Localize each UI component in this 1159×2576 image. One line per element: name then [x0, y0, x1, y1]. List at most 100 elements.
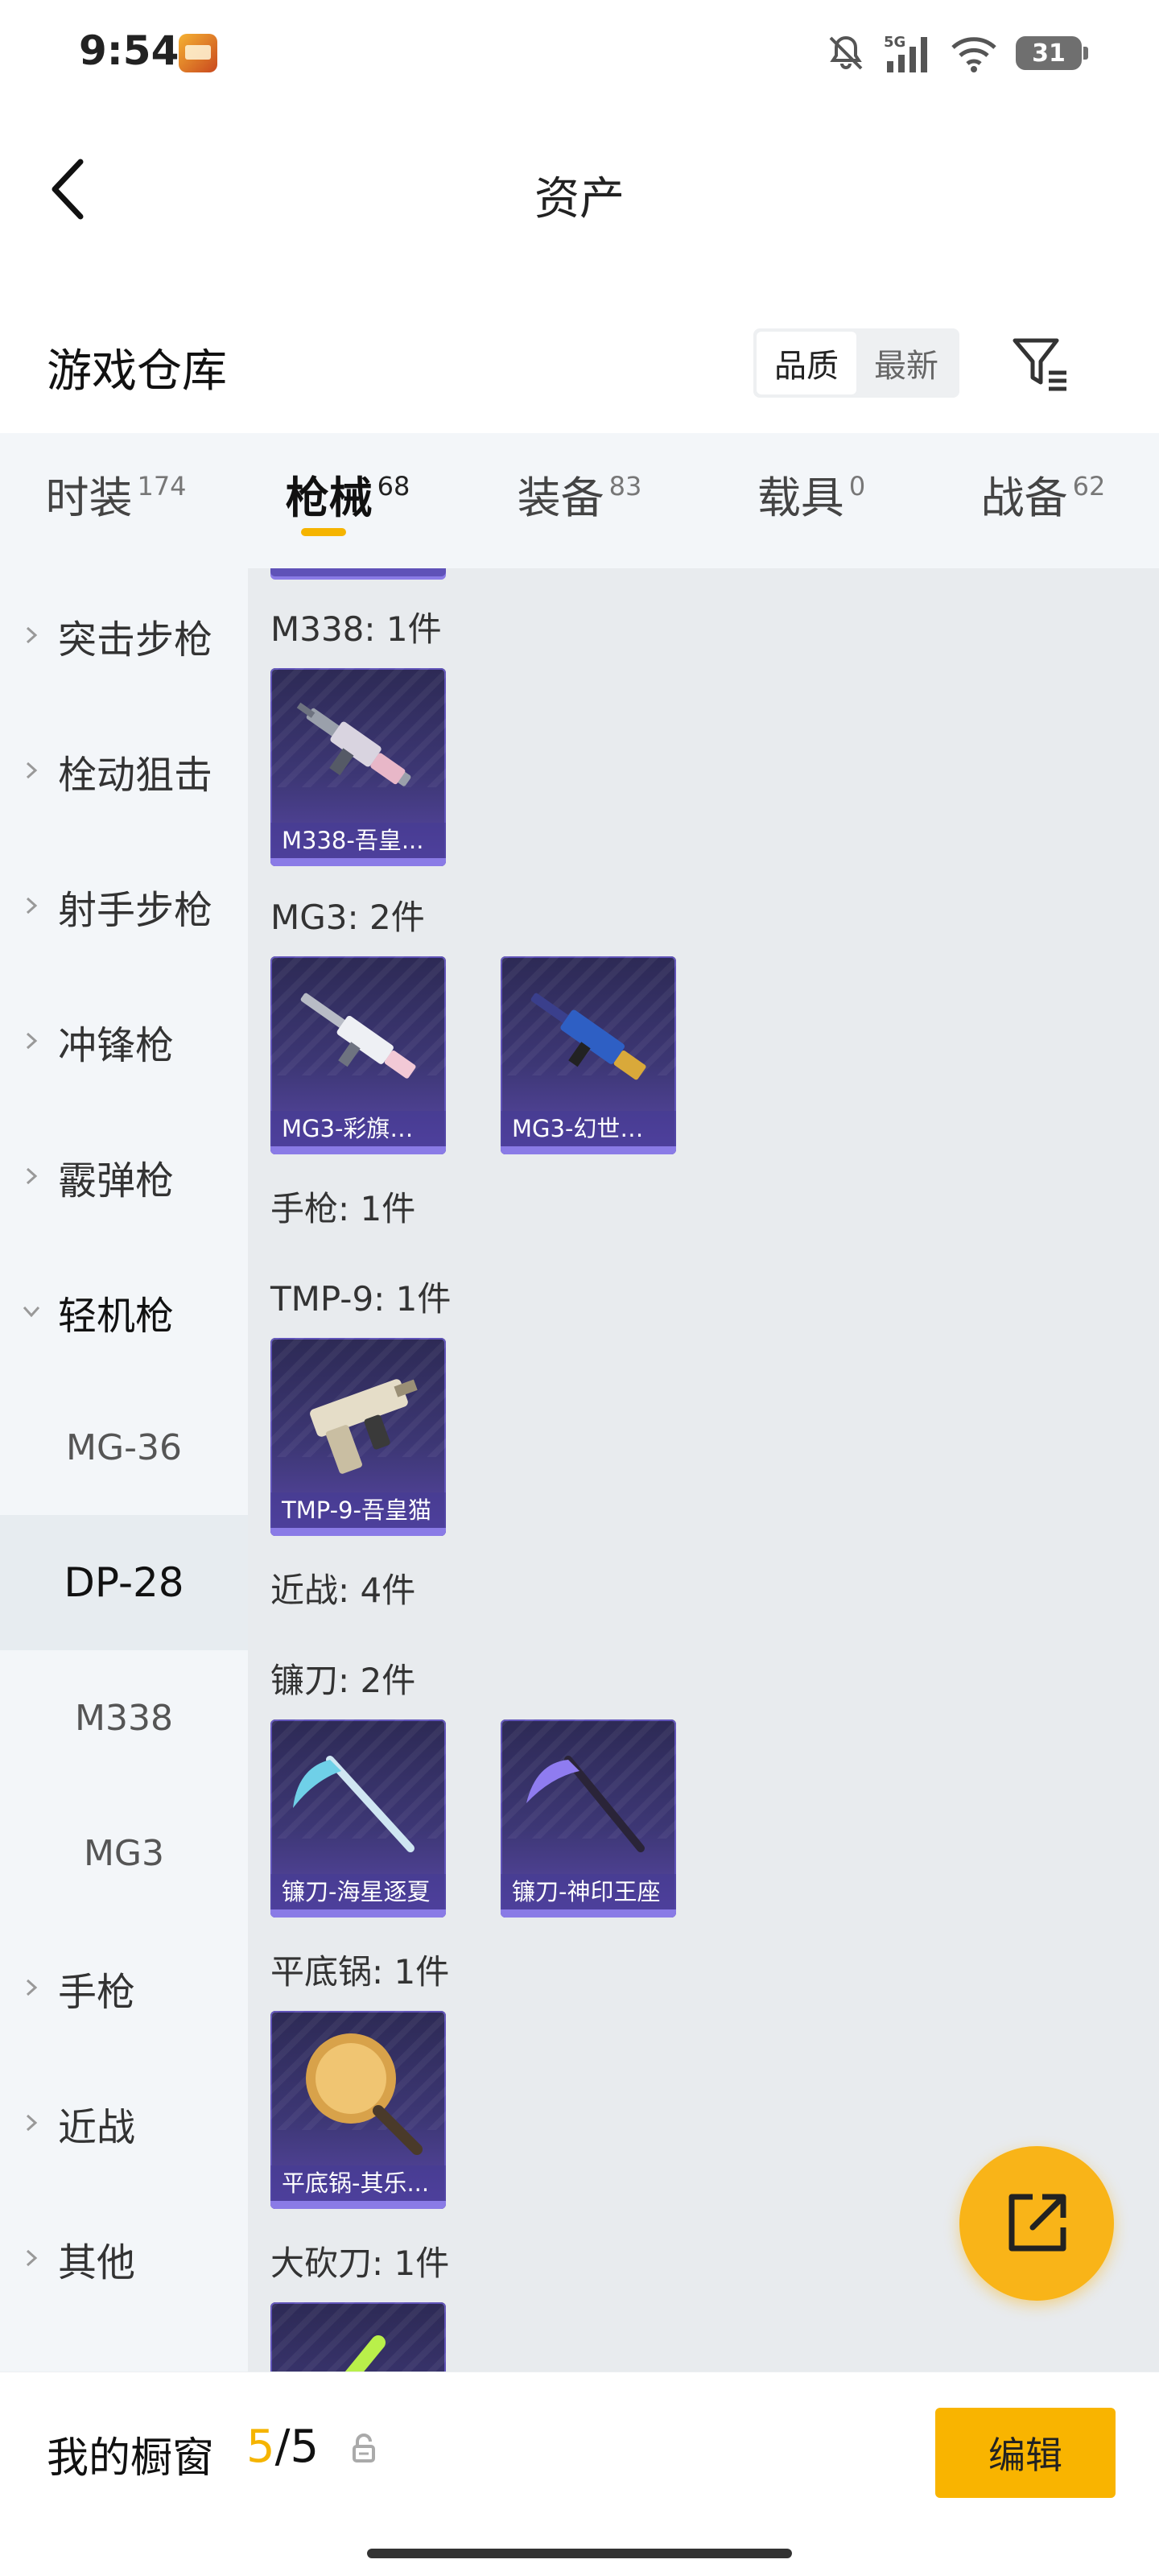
item-card[interactable]: 平底锅-其乐...	[270, 2011, 446, 2209]
side-nav: 突击步枪 栓动狙击 射手步枪 冲锋枪 霰弹枪 轻机枪 MG-36 DP-28 M…	[0, 568, 248, 2372]
category-tabs: 时装 174 枪械 68 装备 83 载具 0 战备 62	[0, 433, 1159, 568]
tab-label: 载具	[757, 472, 844, 523]
rarity-bar	[270, 858, 446, 866]
rarity-bar	[501, 1909, 676, 1918]
chevron-right-icon	[26, 1167, 38, 1185]
item-card[interactable]: TMP-9-吾皇猫	[270, 1338, 446, 1536]
machine-gun-icon	[300, 993, 416, 1079]
sort-quality-button[interactable]: 品质	[757, 332, 856, 394]
nav-label: DP-28	[64, 1559, 184, 1606]
home-indicator[interactable]	[367, 2549, 792, 2558]
section-title: 手枪: 1件	[270, 1189, 416, 1228]
item-name: 镰刀-海星逐夏	[270, 1874, 446, 1909]
nav-label: 其他	[58, 2240, 136, 2285]
nav-label: 手枪	[58, 1970, 136, 2015]
bottom-bar: 我的橱窗 5/5 编辑	[0, 2372, 1159, 2576]
sort-toggle: 品质 最新	[753, 328, 959, 398]
page-title: 资产	[534, 173, 625, 225]
nav-pistol[interactable]: 手枪	[0, 1921, 248, 2056]
nav-sub-m338[interactable]: M338	[0, 1650, 248, 1785]
nav-sub-mg36[interactable]: MG-36	[0, 1380, 248, 1515]
chevron-right-icon	[26, 2249, 38, 2267]
machete-icon	[344, 2335, 386, 2372]
clock: 9:54	[79, 27, 179, 74]
machine-gun-icon	[296, 702, 411, 786]
item-card-partial[interactable]	[270, 568, 446, 576]
rarity-bar	[270, 1146, 446, 1154]
nav-shotgun[interactable]: 霰弹枪	[0, 1109, 248, 1245]
wifi-icon	[951, 37, 996, 72]
chevron-right-icon	[26, 1032, 38, 1050]
warehouse-header: 游戏仓库 品质 最新	[0, 314, 1159, 411]
tab-tactical[interactable]: 战备 62	[927, 433, 1159, 554]
nav-melee[interactable]: 近战	[0, 2056, 248, 2191]
lock-icon	[353, 2434, 375, 2462]
section-title: TMP-9: 1件	[270, 1279, 452, 1319]
svg-text:5G: 5G	[884, 34, 905, 51]
nav-sub-mg3[interactable]: MG3	[0, 1785, 248, 1921]
active-tab-indicator	[301, 528, 346, 536]
machine-gun-icon	[530, 993, 646, 1080]
nav-label: MG-36	[66, 1426, 182, 1468]
mute-bell-icon	[829, 35, 863, 70]
item-name: M338-吾皇...	[270, 823, 446, 858]
share-button[interactable]	[959, 2146, 1114, 2301]
nav-label: 冲锋枪	[58, 1023, 175, 1068]
rarity-bar	[270, 1528, 446, 1536]
nav-marksman-rifle[interactable]: 射手步枪	[0, 839, 248, 974]
item-card[interactable]: 镰刀-神印王座	[501, 1719, 676, 1918]
battery-icon: 31	[1016, 36, 1088, 70]
tab-label: 时装	[45, 472, 133, 523]
edit-button[interactable]: 编辑	[935, 2408, 1116, 2498]
item-name: MG3-彩旗巡礼	[270, 1111, 446, 1146]
item-card[interactable]: 镰刀-海星逐夏	[270, 1719, 446, 1918]
filter-icon	[1013, 338, 1066, 391]
nav-assault-rifle[interactable]: 突击步枪	[0, 568, 248, 704]
tab-count: 83	[608, 471, 642, 502]
sickle-icon	[293, 1756, 415, 1852]
section-title: M338: 1件	[270, 609, 442, 649]
nav-other[interactable]: 其他	[0, 2191, 248, 2326]
nav-label: 霰弹枪	[58, 1158, 175, 1203]
item-name: TMP-9-吾皇猫	[270, 1492, 446, 1528]
status-bar: 9:54 5G 31	[0, 0, 1159, 105]
nav-label: 近战	[58, 2105, 136, 2150]
item-card[interactable]	[270, 2302, 446, 2372]
sort-newest-button[interactable]: 最新	[856, 332, 956, 394]
filter-button[interactable]	[1004, 332, 1077, 396]
chevron-right-icon	[26, 897, 38, 914]
item-name: 镰刀-神印王座	[501, 1874, 676, 1909]
nav-sub-dp28[interactable]: DP-28	[0, 1515, 248, 1650]
tab-label: 战备	[980, 472, 1068, 523]
chevron-right-icon	[26, 2114, 38, 2132]
nav-label: MG3	[83, 1832, 165, 1874]
item-card[interactable]: MG3-幻世战...	[501, 956, 676, 1154]
section-title: 镰刀: 2件	[270, 1661, 416, 1700]
tab-fashion[interactable]: 时装 174	[0, 433, 232, 554]
sickle-icon	[526, 1756, 645, 1852]
item-card[interactable]: MG3-彩旗巡礼	[270, 956, 446, 1154]
nav-label: 突击步枪	[58, 617, 213, 663]
frying-pan-icon	[306, 2033, 423, 2155]
tab-vehicles[interactable]: 载具 0	[695, 433, 927, 554]
nav-bolt-sniper[interactable]: 栓动狙击	[0, 704, 248, 839]
rarity-bar	[501, 1146, 676, 1154]
tab-label: 枪械	[285, 472, 373, 523]
chevron-right-icon	[26, 626, 38, 644]
tab-equipment[interactable]: 装备 83	[464, 433, 695, 554]
tab-label: 装备	[517, 472, 604, 523]
rarity-bar	[270, 1909, 446, 1918]
tab-count: 174	[137, 471, 187, 502]
pistol-icon	[310, 1379, 418, 1474]
share-export-icon	[1008, 2194, 1066, 2252]
nav-label: 轻机枪	[58, 1294, 175, 1339]
chevron-down-icon	[23, 1306, 40, 1318]
nav-smg[interactable]: 冲锋枪	[0, 974, 248, 1109]
app-notification-icon	[179, 34, 217, 72]
tab-firearms[interactable]: 枪械 68	[232, 433, 464, 554]
signal-5g-icon: 5G	[884, 34, 927, 72]
showcase-total: /5	[274, 2421, 320, 2473]
top-bar: 资产	[0, 121, 1159, 258]
nav-lmg[interactable]: 轻机枪	[0, 1245, 248, 1380]
item-card[interactable]: M338-吾皇...	[270, 668, 446, 866]
